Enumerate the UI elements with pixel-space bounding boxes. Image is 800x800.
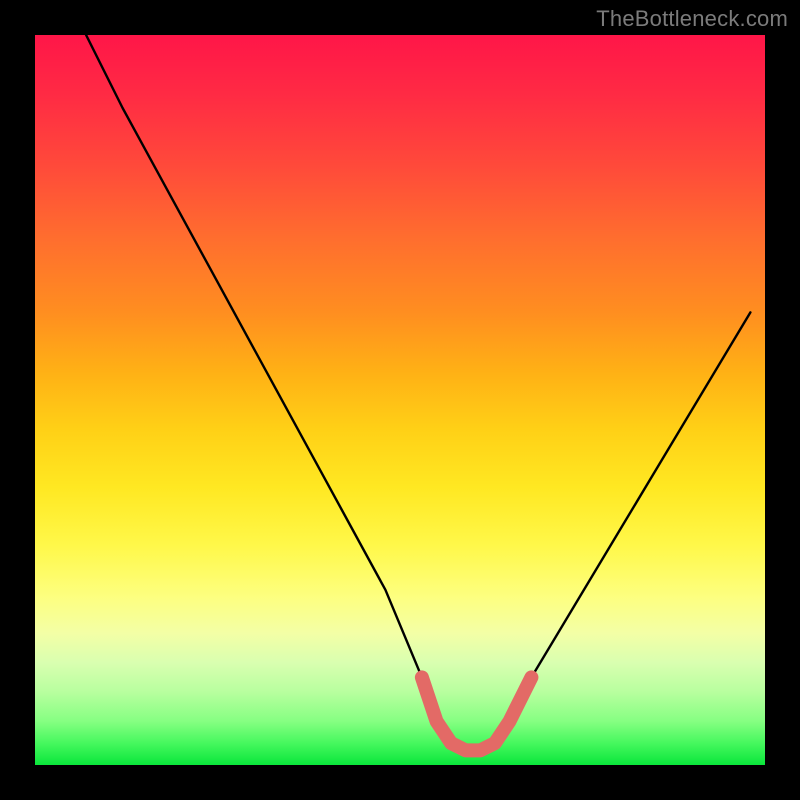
curve-main <box>86 35 750 750</box>
attribution-text: TheBottleneck.com <box>596 6 788 32</box>
chart-frame: TheBottleneck.com <box>0 0 800 800</box>
chart-plot-area <box>35 35 765 765</box>
chart-svg <box>35 35 765 765</box>
curve-highlight <box>422 677 532 750</box>
